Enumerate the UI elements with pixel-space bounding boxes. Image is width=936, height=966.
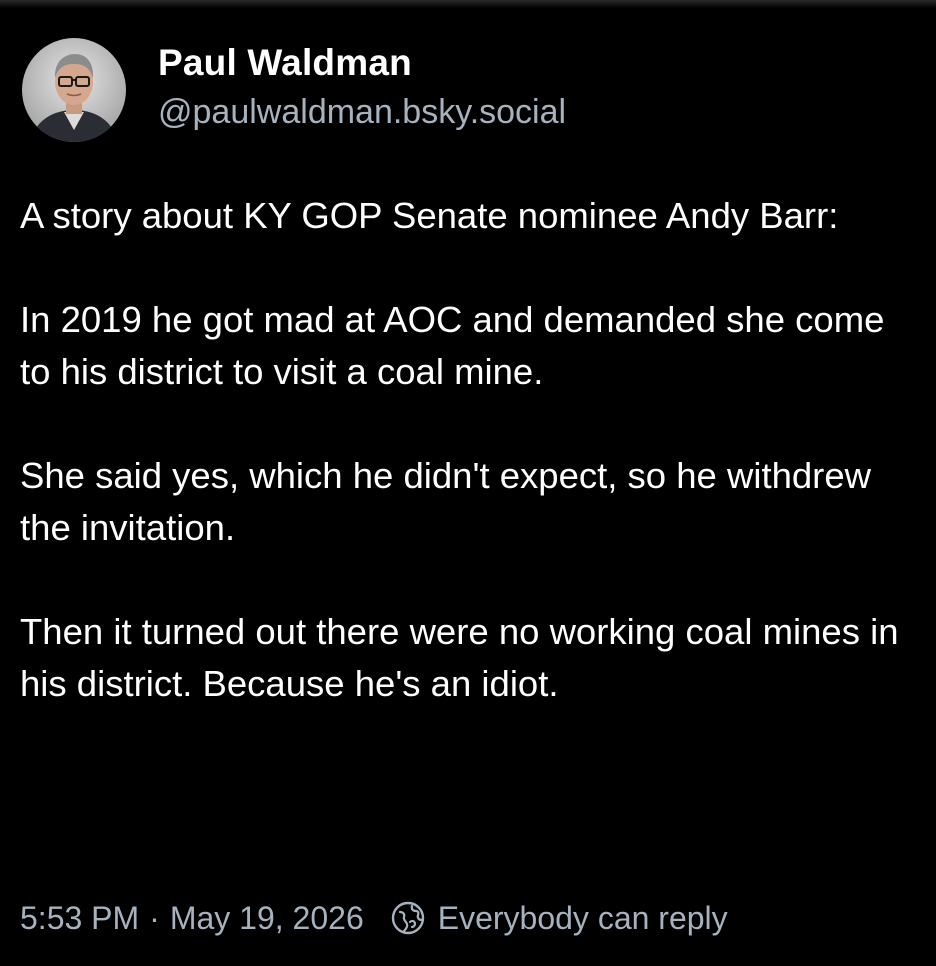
meta-separator: · [149,900,160,936]
post-paragraph: She said yes, which he didn't expect, so… [20,455,871,548]
post-card: Paul Waldman @paulwaldman.bsky.social A … [0,0,936,966]
post-date[interactable]: May 19, 2026 [170,892,364,944]
post-meta: 5:53 PM · May 19, 2026 Everybody can rep… [20,892,728,944]
post-author[interactable]: Paul Waldman @paulwaldman.bsky.social [22,38,566,142]
author-info: Paul Waldman @paulwaldman.bsky.social [158,39,566,135]
post-paragraph: Then it turned out there were no working… [20,611,899,704]
avatar[interactable] [22,38,126,142]
globe-reply-icon [390,900,426,936]
post-paragraph: In 2019 he got mad at AOC and demanded s… [20,299,885,392]
reply-setting-label[interactable]: Everybody can reply [438,892,728,944]
post-paragraph: A story about KY GOP Senate nominee Andy… [20,195,839,236]
post-time[interactable]: 5:53 PM [20,892,139,944]
author-display-name[interactable]: Paul Waldman [158,39,566,87]
avatar-photo [22,38,126,142]
author-handle[interactable]: @paulwaldman.bsky.social [158,89,566,135]
post-text: A story about KY GOP Senate nominee Andy… [20,190,920,710]
